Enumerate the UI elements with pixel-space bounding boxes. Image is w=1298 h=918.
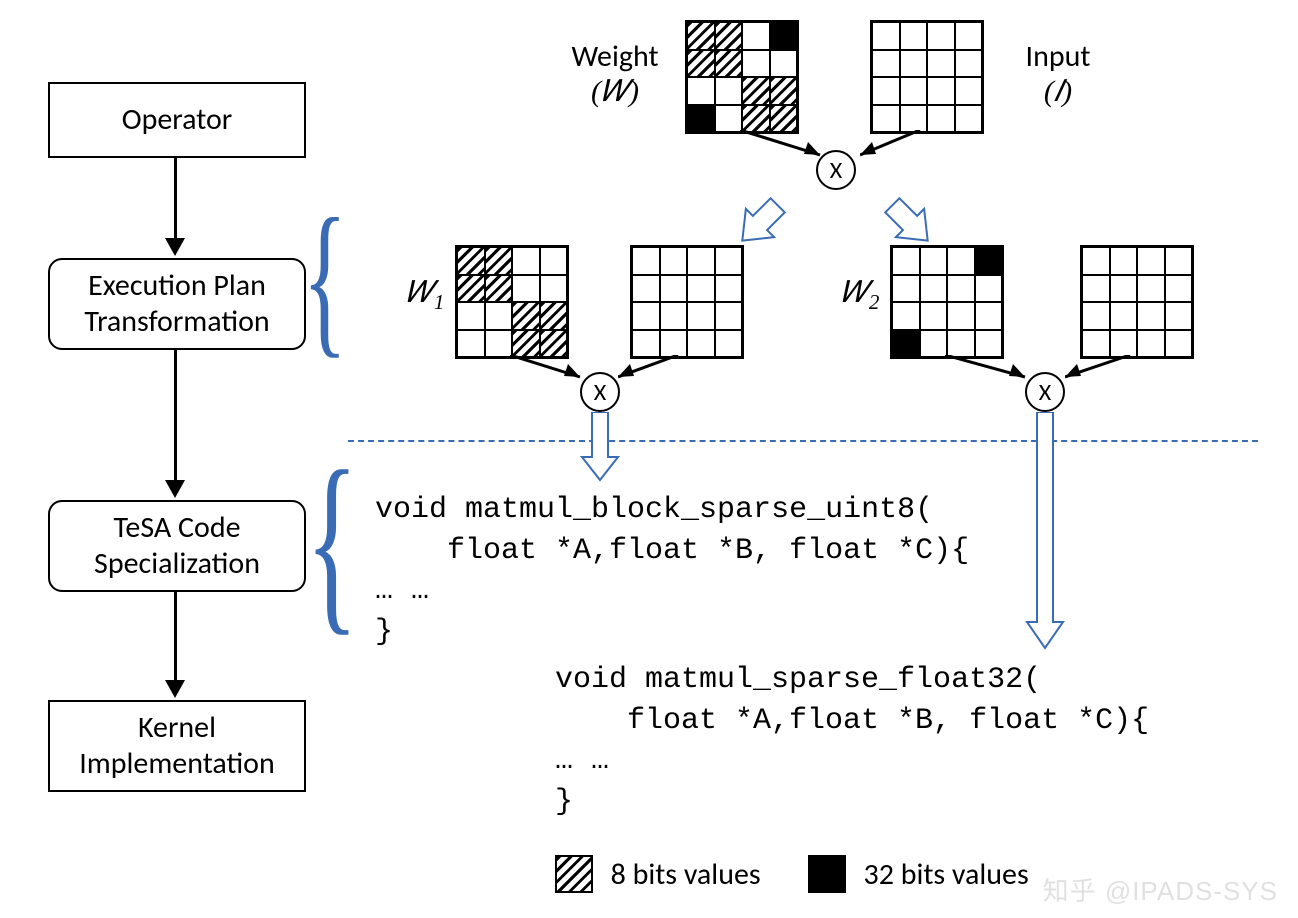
legend-8bit-label: 8 bits values (611, 856, 761, 893)
exec-plan-box: Execution Plan Transformation (48, 258, 306, 350)
i2-to-mult-line (1065, 355, 1185, 400)
operator-label: Operator (122, 102, 233, 138)
split-arrow-right-icon (870, 193, 950, 253)
weight-matrix (685, 20, 799, 134)
i-to-mult-line (860, 130, 980, 175)
kernel-label: Kernel Implementation (79, 710, 275, 782)
split-arrow-left-icon (720, 193, 800, 253)
legend-32bit-label: 32 bits values (864, 856, 1029, 893)
tesa-label: TeSA Code Specialization (94, 510, 260, 582)
w2-label: 𝑊2 (830, 276, 890, 314)
brace-tesa-icon: { (306, 382, 359, 702)
operator-box: Operator (48, 82, 306, 158)
code-fn2: void matmul_sparse_float32( float *A,flo… (555, 660, 1149, 822)
hollow-arrow-right-icon (1025, 412, 1065, 652)
dashed-separator (348, 440, 1258, 442)
w2-matrix (890, 245, 1004, 359)
exec-plan-label: Execution Plan Transformation (84, 268, 269, 340)
legend: 8 bits values 32 bits values (555, 855, 1029, 893)
input-matrix-copy-2 (1080, 245, 1194, 359)
input-matrix (870, 20, 984, 134)
mult-circle-right-icon: X (1025, 372, 1065, 412)
w1-label: 𝑊1 (395, 276, 455, 314)
mult-circle-top-icon: X (816, 150, 856, 190)
legend-hatch-swatch-icon (555, 855, 593, 893)
mult-circle-left-icon: X (580, 372, 620, 412)
input-label: Input (𝐼) (998, 40, 1118, 109)
kernel-box: Kernel Implementation (48, 700, 306, 792)
legend-black-swatch-icon (808, 855, 846, 893)
weight-label: Weight (𝑊) (555, 40, 675, 109)
i1-to-mult-line (618, 355, 738, 400)
w1-matrix (455, 245, 569, 359)
tesa-box: TeSA Code Specialization (48, 500, 306, 592)
hollow-arrow-left-icon (580, 412, 620, 482)
watermark: 知乎 @IPADS-SYS (1043, 871, 1278, 908)
code-fn1: void matmul_block_sparse_uint8( float *A… (375, 490, 969, 652)
input-matrix-copy-1 (630, 245, 744, 359)
